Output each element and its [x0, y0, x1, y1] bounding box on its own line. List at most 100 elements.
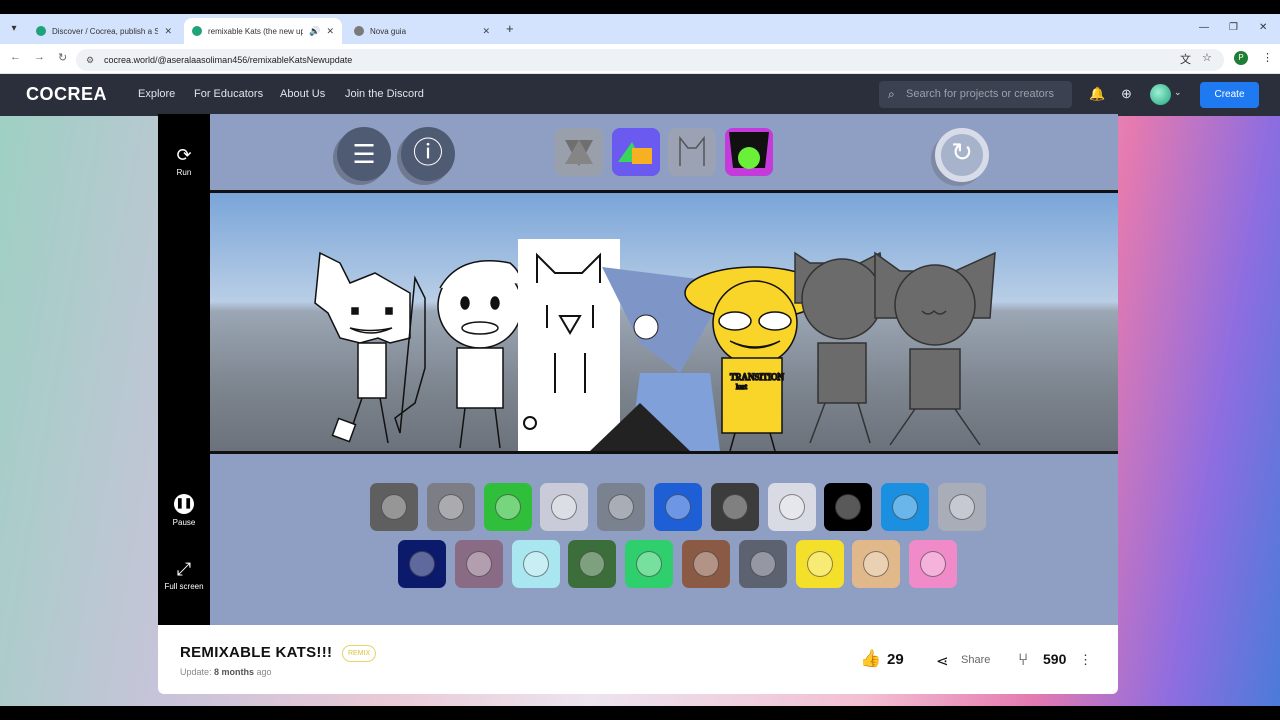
minimize-icon[interactable]: —	[1199, 22, 1209, 33]
browser-window: ▾ Discover / Cocrea, publish a Sc ✕ remi…	[0, 14, 1280, 706]
category-button-1[interactable]	[555, 128, 603, 176]
pause-button[interactable]: ❚❚ Pause	[158, 494, 210, 527]
close-icon[interactable]: ✕	[482, 26, 490, 37]
new-tab-plus-icon[interactable]: +	[506, 21, 514, 36]
character-face-icon	[892, 494, 919, 520]
cocrea-logo[interactable]: COCREA	[26, 84, 107, 105]
character-slot[interactable]	[483, 483, 532, 531]
nav-explore[interactable]: Explore	[138, 88, 175, 100]
restart-icon: ⟳	[176, 145, 192, 165]
run-button[interactable]: ⟳ Run	[158, 144, 210, 177]
browser-addressbar: ← → ↻ ⚙ cocrea.world/@aseralaasoliman456…	[0, 44, 1280, 74]
box-icon	[565, 140, 593, 166]
restart-button[interactable]: ↻	[935, 128, 989, 182]
character-face-icon	[608, 494, 635, 520]
shapes-icon	[618, 142, 652, 164]
site-settings-icon[interactable]: ⚙	[86, 49, 94, 71]
chevron-down-icon[interactable]: ⌄	[1174, 87, 1182, 98]
character-slot[interactable]	[597, 483, 646, 531]
character-face-icon	[920, 551, 947, 577]
bell-icon[interactable]: 🔔	[1089, 86, 1105, 102]
character-white-square	[314, 251, 426, 444]
fullscreen-button[interactable]: ⤢ Full screen	[158, 558, 210, 591]
translate-icon[interactable]: 文	[1180, 51, 1191, 67]
close-icon[interactable]: ✕	[326, 26, 334, 37]
search-input[interactable]: ⌕ Search for projects or creators	[879, 81, 1072, 108]
back-arrow-icon[interactable]: ←	[10, 51, 21, 63]
bookmark-star-icon[interactable]: ☆	[1202, 51, 1212, 64]
character-slot[interactable]	[767, 483, 816, 531]
nav-join-discord[interactable]: Join the Discord	[345, 88, 424, 100]
thumbs-up-icon[interactable]: 👍	[860, 649, 881, 669]
category-button-3[interactable]	[668, 128, 716, 176]
characters-illustration: TRANSITION kart	[314, 239, 996, 452]
tab-remixable-kats[interactable]: remixable Kats (the new up 🔊 ✕	[184, 18, 342, 44]
url-field[interactable]: ⚙ cocrea.world/@aseralaasoliman456/remix…	[76, 49, 1224, 71]
character-slot[interactable]	[824, 483, 873, 531]
character-slot[interactable]	[710, 483, 759, 531]
category-button-2[interactable]	[612, 128, 660, 176]
url-text: cocrea.world/@aseralaasoliman456/remixab…	[104, 55, 353, 65]
character-slot[interactable]	[625, 540, 674, 588]
game-canvas[interactable]: ☰ ⓘ ↻ TRANSITION kart	[210, 114, 1118, 625]
browser-tabbar: ▾ Discover / Cocrea, publish a Sc ✕ remi…	[0, 14, 1280, 44]
player-sidebar: ⟳ Run ❚❚ Pause ⤢ Full screen	[158, 114, 210, 625]
character-slot[interactable]	[852, 540, 901, 588]
character-slot[interactable]	[568, 540, 617, 588]
nav-about-us[interactable]: About Us	[280, 88, 325, 100]
create-button[interactable]: Create	[1200, 82, 1259, 108]
project-title: REMIXABLE KATS!!!	[180, 644, 333, 661]
user-avatar[interactable]	[1150, 84, 1171, 105]
tab-list-chevron-icon[interactable]: ▾	[5, 20, 23, 38]
character-slot[interactable]	[454, 540, 503, 588]
character-slot[interactable]	[682, 540, 730, 588]
character-slot[interactable]	[540, 483, 589, 531]
nav-for-educators[interactable]: For Educators	[194, 88, 263, 100]
run-label: Run	[176, 168, 192, 177]
update-prefix: Update:	[180, 667, 215, 677]
character-face-icon	[381, 494, 407, 520]
share-icon[interactable]: ⋖	[936, 652, 949, 670]
character-slot[interactable]	[738, 540, 787, 588]
character-slot[interactable]	[426, 483, 475, 531]
tab-title: remixable Kats (the new up	[208, 26, 304, 36]
divider	[210, 451, 1118, 454]
reload-icon[interactable]: ↻	[58, 51, 67, 64]
cat-face-icon	[725, 128, 773, 176]
speaker-icon[interactable]: 🔊	[309, 26, 320, 37]
search-icon: ⌕	[888, 87, 895, 101]
globe-icon[interactable]: ⊕	[1121, 86, 1132, 102]
profile-avatar[interactable]: P	[1234, 51, 1248, 65]
share-button[interactable]: Share	[961, 654, 990, 666]
window-close-icon[interactable]: ✕	[1259, 22, 1267, 33]
character-slot[interactable]	[511, 540, 560, 588]
restore-icon[interactable]: ❐	[1229, 22, 1238, 33]
character-slot[interactable]	[370, 483, 418, 531]
chrome-favicon-icon	[354, 26, 364, 36]
tab-nova-guia[interactable]: Nova guia ✕	[346, 18, 498, 44]
menu-button[interactable]: ☰	[337, 127, 391, 181]
character-slot[interactable]	[795, 540, 844, 588]
fullscreen-icon: ⤢	[176, 559, 192, 579]
tab-discover[interactable]: Discover / Cocrea, publish a Sc ✕	[28, 18, 180, 44]
character-slot[interactable]	[909, 540, 958, 588]
tab-title: Discover / Cocrea, publish a Sc	[52, 26, 159, 36]
category-button-4[interactable]	[725, 128, 773, 176]
character-face-icon	[579, 551, 606, 577]
remix-count: 590	[1043, 651, 1067, 667]
character-slot[interactable]	[881, 483, 930, 531]
character-slot[interactable]	[654, 483, 702, 531]
character-face-icon	[835, 494, 862, 520]
browser-menu-icon[interactable]: ⋮	[1262, 51, 1273, 64]
info-button[interactable]: ⓘ	[401, 127, 455, 181]
pause-icon: ❚❚	[174, 494, 194, 514]
character-face-icon	[551, 494, 578, 520]
character-slot[interactable]	[398, 540, 446, 588]
more-options-icon[interactable]: ⋮	[1079, 652, 1092, 668]
close-icon[interactable]: ✕	[164, 26, 172, 37]
remix-fork-icon[interactable]: ⑂	[1018, 650, 1028, 670]
character-face-icon	[863, 551, 890, 577]
forward-arrow-icon[interactable]: →	[34, 51, 45, 63]
character-slot[interactable]	[938, 483, 986, 531]
update-timestamp: Update: 8 months ago	[180, 667, 272, 677]
